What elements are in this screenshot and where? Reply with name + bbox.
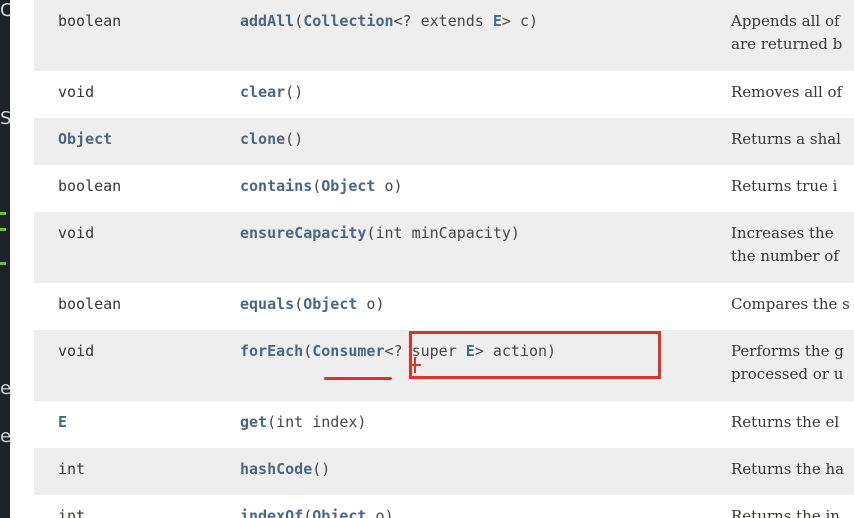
page-gutter	[10, 0, 34, 518]
method-summary-table: boolean addAll(Collection<? extends E> c…	[34, 0, 854, 518]
method-description: Increases the the number of	[731, 222, 854, 268]
strip-glyph: e	[0, 426, 10, 447]
description-line: Returns the in	[731, 507, 840, 518]
params-text: o)	[366, 507, 394, 518]
type-link[interactable]: E	[493, 12, 502, 30]
method-link[interactable]: contains	[240, 177, 312, 195]
method-description: Performs the g processed or u	[731, 340, 854, 386]
method-description: Returns the el	[731, 411, 854, 434]
method-link[interactable]: ensureCapacity	[240, 224, 366, 242]
method-signature: clone()	[240, 128, 303, 151]
params-text: (	[294, 12, 304, 30]
annotation-highlight-box	[409, 331, 661, 379]
params-text: (int minCapacity)	[366, 224, 520, 242]
description-line: Returns the el	[731, 413, 840, 431]
table-row: int indexOf(Object o) Returns the in	[34, 495, 854, 518]
method-description: Returns the ha	[731, 458, 854, 481]
method-description: Removes all of	[731, 81, 854, 104]
method-signature: get(int index)	[240, 411, 366, 434]
description-line: Returns true i	[731, 177, 838, 195]
return-type: void	[58, 224, 95, 242]
method-link[interactable]: equals	[240, 295, 294, 313]
method-signature: addAll(Collection<? extends E> c)	[240, 10, 538, 33]
description-line: Increases the	[731, 224, 834, 242]
method-signature: ensureCapacity(int minCapacity)	[240, 222, 520, 245]
description-line: Performs the g	[731, 342, 844, 360]
table-row: Object clone() Returns a shal	[34, 118, 854, 165]
table-row: boolean contains(Object o) Returns true …	[34, 165, 854, 212]
table-row: int hashCode() Returns the ha	[34, 448, 854, 495]
method-link[interactable]: indexOf	[240, 507, 303, 518]
params-text: (	[312, 177, 322, 195]
method-link[interactable]: addAll	[240, 12, 294, 30]
strip-glyph: C	[0, 0, 10, 21]
description-line: the number of	[731, 247, 839, 265]
method-description: Returns the in	[731, 505, 854, 518]
strip-glyph: e	[0, 378, 10, 399]
type-link[interactable]: Object	[303, 295, 357, 313]
params-text: <? extends	[393, 12, 493, 30]
description-line: processed or u	[731, 365, 844, 383]
description-line: Appends all of	[731, 12, 840, 30]
return-type: boolean	[58, 177, 122, 195]
type-link[interactable]: Consumer	[312, 342, 384, 360]
params-text: (	[303, 507, 313, 518]
strip-mark	[0, 262, 6, 265]
method-signature: hashCode()	[240, 458, 330, 481]
method-signature: equals(Object o)	[240, 293, 385, 316]
method-link[interactable]: get	[240, 413, 267, 431]
method-description: Appends all of are returned b	[731, 10, 854, 56]
method-link[interactable]: hashCode	[240, 460, 312, 478]
table-row: E get(int index) Returns the el	[34, 401, 854, 448]
strip-mark	[0, 212, 6, 215]
description-line: Compares the s	[731, 295, 850, 313]
description-line: are returned b	[731, 35, 843, 53]
table-row: void clear() Removes all of	[34, 71, 854, 118]
strip-mark	[0, 228, 6, 231]
method-description: Returns a shal	[731, 128, 854, 151]
method-link[interactable]: clear	[240, 83, 285, 101]
type-link[interactable]: Object	[321, 177, 375, 195]
return-type: void	[58, 342, 95, 360]
params-text: ()	[285, 83, 304, 101]
method-signature: contains(Object o)	[240, 175, 403, 198]
editor-side-strip: C S e e	[0, 0, 10, 518]
params-text: > c)	[501, 12, 539, 30]
return-type: boolean	[58, 295, 122, 313]
params-text: (	[294, 295, 304, 313]
table-row: void ensureCapacity(int minCapacity) Inc…	[34, 212, 854, 283]
table-row: boolean equals(Object o) Compares the s	[34, 283, 854, 330]
method-description: Returns true i	[731, 175, 854, 198]
params-text: o)	[375, 177, 403, 195]
method-signature: indexOf(Object o)	[240, 505, 394, 518]
description-line: Returns a shal	[731, 130, 841, 148]
params-text: (	[303, 342, 313, 360]
description-line: Removes all of	[731, 83, 843, 101]
params-text: ()	[312, 460, 331, 478]
annotation-underline	[324, 377, 392, 380]
return-type-link[interactable]: Object	[58, 128, 112, 151]
method-link[interactable]: forEach	[240, 342, 303, 360]
type-link[interactable]: Object	[312, 507, 366, 518]
text-cursor-icon	[409, 357, 421, 373]
type-link[interactable]: Collection	[303, 12, 393, 30]
params-text: (int index)	[267, 413, 367, 431]
return-type: void	[58, 83, 95, 101]
strip-glyph: S	[0, 108, 10, 129]
return-type: int	[58, 507, 86, 518]
description-line: Returns the ha	[731, 460, 845, 478]
method-link[interactable]: clone	[240, 130, 285, 148]
return-type: boolean	[58, 12, 122, 30]
params-text: o)	[357, 295, 385, 313]
table-row: boolean addAll(Collection<? extends E> c…	[34, 0, 854, 71]
return-type: int	[58, 460, 86, 478]
params-text: ()	[285, 130, 304, 148]
method-signature: clear()	[240, 81, 303, 104]
return-type-link[interactable]: E	[58, 411, 67, 434]
method-description: Compares the s	[731, 293, 854, 316]
